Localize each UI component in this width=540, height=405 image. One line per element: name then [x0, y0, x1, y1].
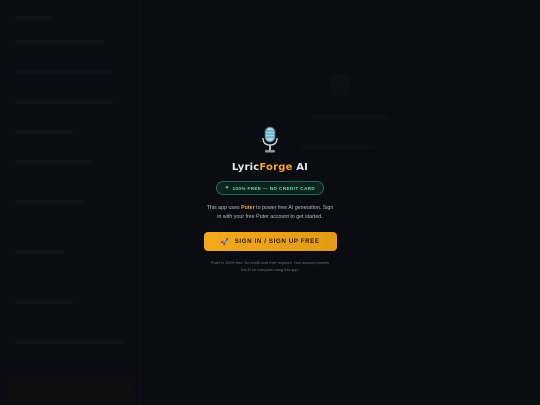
modal-description: This app uses Puter to power free AI gen…	[206, 205, 334, 220]
signin-signup-button[interactable]: 🚀 SIGN IN / SIGN UP FREE	[203, 232, 337, 251]
signin-modal: LyricForge AI ✦ 100% FREE — NO CREDIT CA…	[170, 126, 370, 273]
sparkle-icon: ✦	[224, 185, 230, 191]
puter-brand: Puter	[241, 205, 255, 211]
modal-overlay: LyricForge AI ✦ 100% FREE — NO CREDIT CA…	[0, 0, 540, 405]
free-badge: ✦ 100% FREE — NO CREDIT CARD	[215, 181, 325, 195]
free-badge-label: 100% FREE — NO CREDIT CARD	[232, 185, 316, 191]
app-title: LyricForge AI	[231, 162, 309, 173]
app-window: LyricForge AI ✦ 100% FREE — NO CREDIT CA…	[0, 0, 540, 405]
microphone-icon	[262, 126, 278, 153]
signin-button-label: SIGN IN / SIGN UP FREE	[234, 238, 320, 245]
puter-note: Puter is 100% free. No credit card ever …	[211, 261, 329, 272]
rocket-icon: 🚀	[220, 238, 230, 246]
